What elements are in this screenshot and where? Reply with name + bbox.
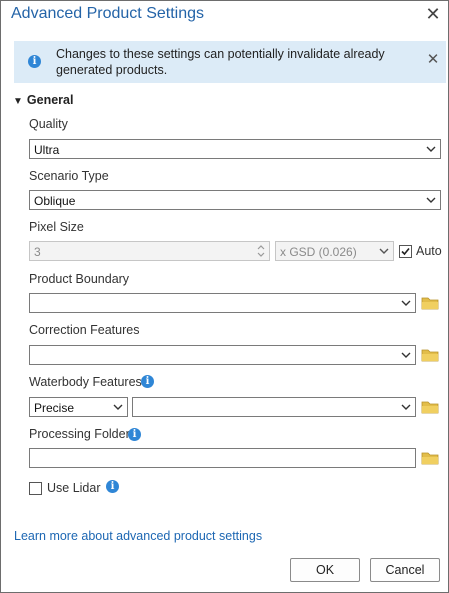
chevron-down-icon [401, 300, 411, 306]
pixel-size-unit-value: x GSD (0.026) [280, 245, 357, 259]
close-icon[interactable]: ✕ [424, 5, 442, 23]
scenario-type-label: Scenario Type [29, 169, 109, 183]
auto-checkbox[interactable] [399, 245, 412, 258]
product-boundary-label: Product Boundary [29, 272, 130, 286]
info-icon[interactable]: i [128, 428, 141, 441]
quality-label: Quality [29, 117, 68, 131]
close-icon[interactable]: ✕ [426, 52, 440, 67]
auto-label: Auto [416, 244, 442, 258]
correction-features-select[interactable] [29, 345, 416, 365]
waterbody-mode-value: Precise [34, 401, 75, 415]
chevron-down-icon [426, 146, 436, 152]
chevron-down-icon [379, 248, 389, 254]
chevron-down-icon [401, 352, 411, 358]
use-lidar-checkbox[interactable] [29, 482, 42, 495]
ok-button[interactable]: OK [290, 558, 360, 582]
waterbody-features-select[interactable] [132, 397, 416, 417]
pixel-size-unit-select[interactable]: x GSD (0.026) [275, 241, 394, 261]
waterbody-features-label: Waterbody Features [29, 375, 142, 389]
processing-folder-label: Processing Folder [29, 427, 130, 441]
quality-select[interactable]: Ultra [29, 139, 441, 159]
use-lidar-label: Use Lidar [47, 481, 101, 495]
chevron-down-icon [113, 404, 123, 410]
correction-features-label: Correction Features [29, 323, 140, 337]
folder-icon[interactable] [421, 348, 439, 362]
info-banner: i Changes to these settings can potentia… [14, 41, 446, 83]
dialog-title: Advanced Product Settings [11, 5, 205, 22]
section-general-header[interactable]: ▼ General [13, 93, 73, 107]
banner-message: Changes to these settings can potentiall… [56, 47, 385, 77]
pixel-size-label: Pixel Size [29, 220, 84, 234]
info-icon[interactable]: i [141, 375, 154, 388]
learn-more-link[interactable]: Learn more about advanced product settin… [14, 529, 262, 543]
waterbody-mode-select[interactable]: Precise [29, 397, 128, 417]
pixel-size-value: 3 [34, 245, 41, 259]
advanced-product-settings-dialog: Advanced Product Settings ✕ i Changes to… [0, 0, 449, 593]
scenario-type-select[interactable]: Oblique [29, 190, 441, 210]
folder-icon[interactable] [421, 451, 439, 465]
checkmark-icon [401, 247, 410, 256]
processing-folder-input[interactable] [29, 448, 416, 468]
cancel-button[interactable]: Cancel [370, 558, 440, 582]
chevron-down-icon [401, 404, 411, 410]
product-boundary-select[interactable] [29, 293, 416, 313]
folder-icon[interactable] [421, 400, 439, 414]
quality-value: Ultra [34, 143, 60, 157]
section-label: General [26, 93, 74, 107]
info-icon: i [28, 55, 41, 68]
scenario-type-value: Oblique [34, 194, 76, 208]
folder-icon[interactable] [421, 296, 439, 310]
spinner-arrows-icon [257, 245, 265, 257]
info-icon[interactable]: i [106, 480, 119, 493]
pixel-size-input[interactable]: 3 [29, 241, 270, 261]
chevron-down-icon [426, 197, 436, 203]
chevron-down-icon: ▼ [13, 96, 23, 107]
